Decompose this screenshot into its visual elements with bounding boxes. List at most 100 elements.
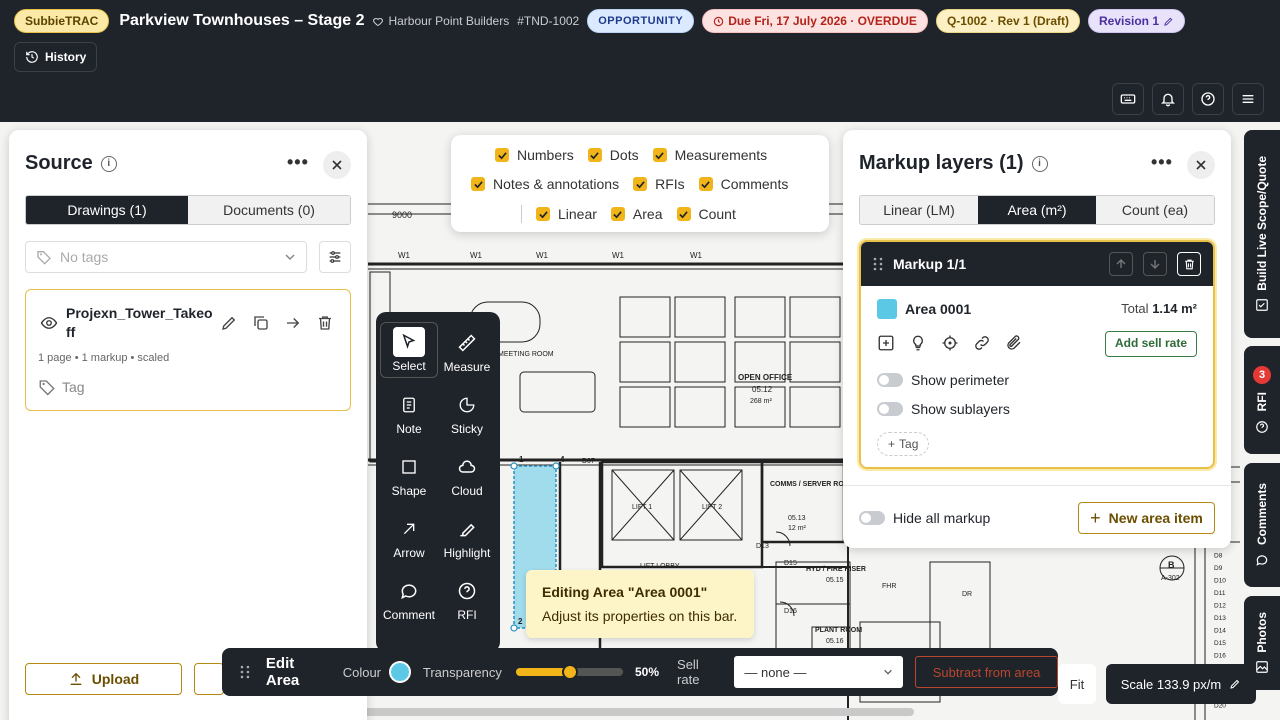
- source-tabs: Drawings (1) Documents (0): [25, 195, 351, 225]
- brand-badge[interactable]: SubbieTRAC: [14, 9, 110, 33]
- filter-rfis[interactable]: RFIs: [633, 176, 685, 192]
- horizontal-scrollbar[interactable]: [344, 708, 914, 716]
- scale-label: Scale 133.9 px/m: [1120, 676, 1222, 692]
- filter-measurements[interactable]: Measurements: [652, 147, 767, 163]
- menu-button[interactable]: [1232, 83, 1264, 115]
- link-icon[interactable]: [973, 334, 991, 352]
- filter-linear[interactable]: Linear: [536, 206, 597, 222]
- add-box-icon[interactable]: [877, 334, 895, 352]
- paperclip-icon[interactable]: [1005, 334, 1023, 352]
- status-badge[interactable]: OPPORTUNITY: [587, 9, 695, 33]
- file-tag-button[interactable]: Tag: [38, 378, 85, 396]
- drag-handle-icon[interactable]: [240, 665, 250, 679]
- area-colour-swatch[interactable]: [877, 299, 897, 319]
- subtract-from-area-button[interactable]: Subtract from area: [915, 656, 1059, 688]
- filter-comments[interactable]: Comments: [698, 176, 788, 192]
- add-sell-rate-button[interactable]: Add sell rate: [1104, 331, 1197, 357]
- move-down-button[interactable]: [1143, 252, 1167, 276]
- filter-notes[interactable]: Notes & annotations: [471, 176, 619, 192]
- tab-count[interactable]: Count (ea): [1096, 196, 1214, 224]
- upload-button[interactable]: Upload: [25, 663, 182, 695]
- history-button[interactable]: History: [14, 42, 98, 72]
- lightbulb-icon[interactable]: [909, 334, 927, 352]
- check-icon: [473, 180, 483, 188]
- scale-indicator[interactable]: Scale 133.9 px/m: [1106, 664, 1256, 704]
- history-label: History: [45, 50, 87, 64]
- sticky-icon: [459, 397, 475, 413]
- tool-select[interactable]: Select: [380, 322, 438, 378]
- meeting-label: MEETING ROOM: [498, 351, 554, 358]
- info-icon[interactable]: i: [1031, 155, 1048, 172]
- help-button[interactable]: [1192, 83, 1224, 115]
- w-tag: W1: [536, 251, 549, 260]
- arrow-right-icon[interactable]: [284, 314, 302, 332]
- drawing-file-card[interactable]: Projexn_Tower_Takeoff 1 page • 1 markup …: [25, 289, 351, 411]
- toggle-switch[interactable]: [859, 511, 885, 525]
- more-options-icon[interactable]: •••: [1151, 152, 1173, 173]
- show-sublayers-toggle[interactable]: Show sublayers: [877, 401, 1010, 417]
- tool-shape[interactable]: Shape: [380, 452, 438, 498]
- dim-label: 9000: [392, 210, 412, 220]
- due-badge[interactable]: Due Fri, 17 July 2026 · OVERDUE: [702, 9, 928, 33]
- transparency-slider[interactable]: [515, 664, 623, 680]
- fit-button[interactable]: Fit: [1058, 664, 1096, 704]
- move-up-button[interactable]: [1109, 252, 1133, 276]
- tags-select[interactable]: No tags: [25, 241, 307, 273]
- tool-cloud[interactable]: Cloud: [438, 452, 496, 498]
- filter-area[interactable]: Area: [610, 206, 663, 222]
- new-area-item-button[interactable]: + New area item: [1078, 502, 1215, 534]
- more-options-icon[interactable]: •••: [287, 152, 309, 173]
- close-button[interactable]: [323, 151, 351, 179]
- area-name[interactable]: Area 0001: [905, 301, 971, 317]
- tool-label: Note: [396, 422, 422, 436]
- tool-sticky[interactable]: Sticky: [438, 390, 496, 436]
- keyboard-button[interactable]: [1112, 83, 1144, 115]
- eye-icon[interactable]: [40, 314, 58, 332]
- delete-markup-button[interactable]: [1177, 252, 1201, 276]
- rfi-tab[interactable]: 3 RFI: [1244, 346, 1280, 454]
- add-tag-button[interactable]: + Tag: [877, 432, 930, 456]
- sell-rate-select[interactable]: — none —: [734, 656, 904, 688]
- secondary-action-button[interactable]: [194, 663, 224, 695]
- tab-documents[interactable]: Documents (0): [188, 196, 350, 224]
- tool-rfi[interactable]: RFI: [438, 576, 496, 622]
- notifications-button[interactable]: [1152, 83, 1184, 115]
- toggle-switch[interactable]: [877, 373, 903, 387]
- quote-badge[interactable]: Q-1002 · Rev 1 (Draft): [935, 9, 1080, 33]
- comments-tab[interactable]: Comments: [1244, 463, 1280, 587]
- target-icon[interactable]: [941, 334, 959, 352]
- close-button[interactable]: [1187, 151, 1215, 179]
- chevron-down-icon: [884, 669, 892, 675]
- filter-button[interactable]: [319, 241, 351, 273]
- tool-label: Sticky: [450, 422, 483, 436]
- tab-linear[interactable]: Linear (LM): [860, 196, 978, 224]
- drag-handle-icon[interactable]: [873, 257, 883, 271]
- edit-icon[interactable]: [220, 314, 238, 332]
- filter-numbers[interactable]: Numbers: [495, 147, 574, 163]
- show-perimeter-toggle[interactable]: Show perimeter: [877, 372, 1009, 388]
- copy-icon[interactable]: [252, 314, 270, 332]
- colour-swatch[interactable]: [389, 661, 411, 683]
- revision-label: Revision 1: [1098, 14, 1160, 28]
- revision-badge[interactable]: Revision 1: [1087, 9, 1186, 33]
- tool-note[interactable]: Note: [380, 390, 438, 436]
- tool-highlight[interactable]: Highlight: [438, 514, 496, 560]
- tab-area[interactable]: Area (m²): [978, 196, 1096, 224]
- door-tag: D15: [1214, 640, 1226, 647]
- build-live-quote-tab[interactable]: Build Live Scope/Quote: [1244, 130, 1280, 338]
- toggle-switch[interactable]: [877, 402, 903, 416]
- tab-drawings[interactable]: Drawings (1): [26, 196, 188, 224]
- lift1-label: LIFT 1: [632, 504, 652, 511]
- door-tag: D8: [1214, 553, 1223, 560]
- filter-count[interactable]: Count: [676, 206, 736, 222]
- slider-knob[interactable]: [561, 664, 578, 680]
- filter-dots[interactable]: Dots: [587, 147, 639, 163]
- hide-all-markup-toggle[interactable]: Hide all markup: [859, 510, 990, 526]
- filter-label: Numbers: [517, 147, 574, 163]
- tool-arrow[interactable]: Arrow: [380, 514, 438, 560]
- trash-icon[interactable]: [316, 314, 334, 332]
- info-icon[interactable]: i: [100, 155, 117, 172]
- tool-measure[interactable]: Measure: [438, 328, 496, 374]
- markup-header: Markup layers (1) i: [859, 152, 1048, 175]
- tool-comment[interactable]: Comment: [380, 576, 438, 622]
